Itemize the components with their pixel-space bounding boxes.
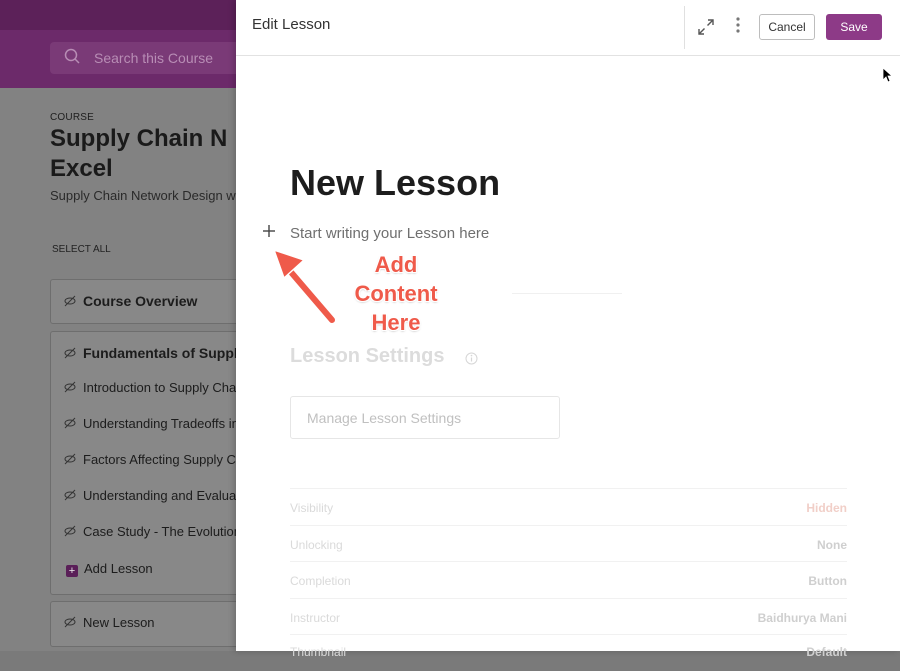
course-title-line1: Supply Chain N — [50, 125, 228, 152]
lesson-item[interactable]: Case Study - The Evolution — [64, 524, 241, 539]
lesson-item-label: Understanding and Evaluat — [83, 488, 240, 503]
lesson-title[interactable]: New Lesson — [290, 162, 500, 204]
more-vertical-icon[interactable] — [734, 16, 742, 34]
annotation-line: Content — [354, 281, 438, 306]
panel-title: Edit Lesson — [252, 16, 331, 33]
mouse-cursor-icon — [882, 67, 892, 83]
eye-off-icon — [64, 381, 76, 393]
edit-lesson-panel: Edit Lesson Cancel Save New Lesson Start… — [236, 0, 900, 659]
save-button[interactable]: Save — [826, 14, 882, 40]
add-square-icon: + — [66, 565, 78, 577]
cancel-button[interactable]: Cancel — [759, 14, 815, 40]
lesson-item[interactable]: Factors Affecting Supply C — [64, 452, 236, 467]
add-lesson-label: Add Lesson — [84, 561, 153, 576]
lesson-item[interactable]: Understanding Tradeoffs in — [64, 416, 239, 431]
new-lesson-row[interactable]: New Lesson — [64, 615, 155, 630]
setting-key: Visibility — [290, 501, 334, 515]
course-subtitle: Supply Chain Network Design wi — [50, 188, 239, 203]
eye-off-icon — [64, 417, 76, 429]
eye-off-icon — [64, 453, 76, 465]
plus-icon[interactable] — [262, 224, 276, 238]
eye-off-icon — [64, 347, 76, 359]
course-title: Supply Chain N Excel — [50, 124, 250, 184]
expand-icon[interactable] — [698, 19, 714, 35]
setting-key: Unlocking — [290, 538, 343, 552]
course-label: COURSE — [50, 112, 94, 123]
eye-off-icon — [64, 295, 76, 307]
setting-key: Thumbnail — [290, 645, 347, 659]
manage-lesson-settings-button[interactable]: Manage Lesson Settings — [290, 396, 560, 439]
lesson-item-label: Understanding Tradeoffs in — [83, 416, 239, 431]
info-icon[interactable] — [465, 352, 478, 365]
setting-key: Instructor — [290, 611, 341, 625]
search-placeholder: Search this Course — [94, 50, 214, 66]
lesson-item-label: Factors Affecting Supply C — [83, 452, 236, 467]
settings-row-unlocking[interactable]: Unlocking None — [290, 525, 847, 562]
section-title: Fundamentals of Suppl — [83, 345, 238, 361]
search-icon — [64, 48, 80, 64]
setting-key: Completion — [290, 574, 351, 588]
select-all-link[interactable]: SELECT ALL — [52, 244, 111, 255]
eye-off-icon — [64, 616, 76, 628]
setting-value: Default — [806, 645, 847, 659]
divider — [512, 293, 622, 294]
add-lesson-button[interactable]: + Add Lesson — [66, 561, 153, 577]
eye-off-icon — [64, 489, 76, 501]
settings-row-visibility[interactable]: Visibility Hidden — [290, 488, 847, 525]
settings-row-completion[interactable]: Completion Button — [290, 561, 847, 598]
eye-off-icon — [64, 525, 76, 537]
course-overview-row[interactable]: Course Overview — [64, 293, 197, 309]
setting-value: None — [817, 538, 847, 552]
lesson-item[interactable]: Introduction to Supply Cha — [64, 380, 236, 395]
annotation-line: Here — [371, 310, 421, 335]
lesson-item[interactable]: Understanding and Evaluat — [64, 488, 240, 503]
add-content-annotation: Add Content Here — [336, 250, 456, 337]
settings-row-thumbnail[interactable]: Thumbnail Default — [290, 634, 847, 671]
panel-header: Edit Lesson Cancel Save — [236, 0, 900, 56]
lesson-item-label: Case Study - The Evolution — [83, 524, 242, 539]
course-title-line2: Excel — [50, 155, 113, 182]
header-divider — [684, 6, 685, 49]
new-lesson-label: New Lesson — [83, 615, 155, 630]
setting-value: Button — [808, 574, 847, 588]
course-overview-label: Course Overview — [83, 293, 198, 309]
settings-row-instructor[interactable]: Instructor Baidhurya Mani — [290, 598, 847, 635]
setting-value: Baidhurya Mani — [757, 611, 847, 625]
lesson-item-label: Introduction to Supply Cha — [83, 380, 237, 395]
editor-placeholder[interactable]: Start writing your Lesson here — [290, 225, 489, 242]
section-title-row[interactable]: Fundamentals of Suppl — [64, 345, 238, 361]
lesson-settings-title: Lesson Settings — [290, 345, 445, 367]
setting-value: Hidden — [806, 501, 847, 515]
course-search-input[interactable]: Search this Course — [50, 42, 250, 74]
annotation-line: Add — [374, 252, 418, 277]
